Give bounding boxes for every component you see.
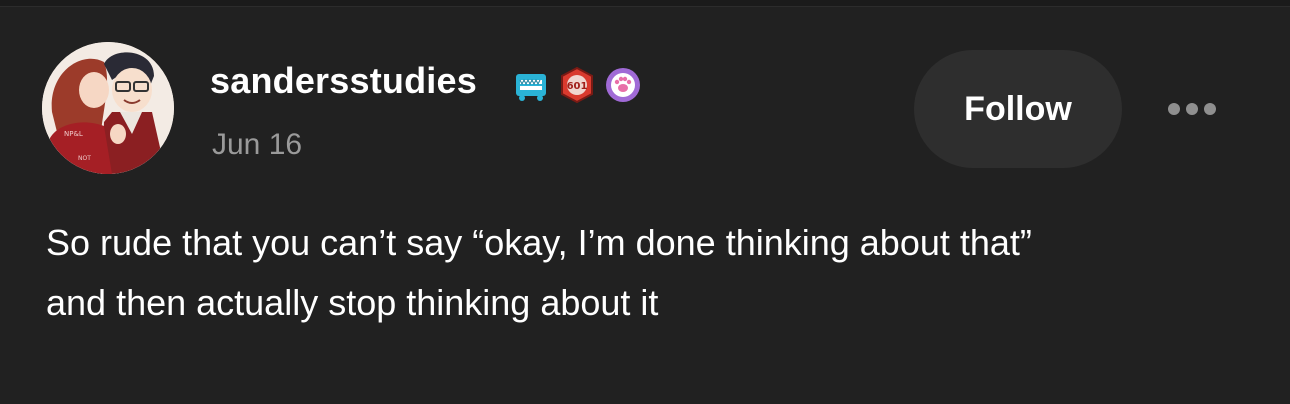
post-text-line-1: So rude that you can’t say “okay, I’m do… [46,222,1032,263]
hexagon-601-badge-icon[interactable]: 601 [558,66,596,104]
dot [1204,103,1216,115]
post-text-line-2: and then actually stop thinking about it [46,282,659,323]
post-body: So rude that you can’t say “okay, I’m do… [46,213,1266,333]
post-date[interactable]: Jun 16 [212,128,302,162]
svg-text:NP&L: NP&L [64,130,83,138]
badge-601-text: 601 [567,81,588,92]
monster-teeth-badge-icon[interactable] [512,66,550,104]
dot [1168,103,1180,115]
dot [1186,103,1198,115]
paw-badge-icon[interactable] [604,66,642,104]
svg-text:NOT: NOT [78,155,91,162]
avatar-illustration: NP&L NOT [42,42,174,174]
ellipsis-icon[interactable] [1160,92,1224,126]
follow-button[interactable]: Follow [914,50,1122,168]
top-divider [0,0,1290,7]
avatar[interactable]: NP&L NOT [42,42,174,174]
badges: 601 [512,63,642,107]
username[interactable]: sandersstudies [210,60,477,102]
